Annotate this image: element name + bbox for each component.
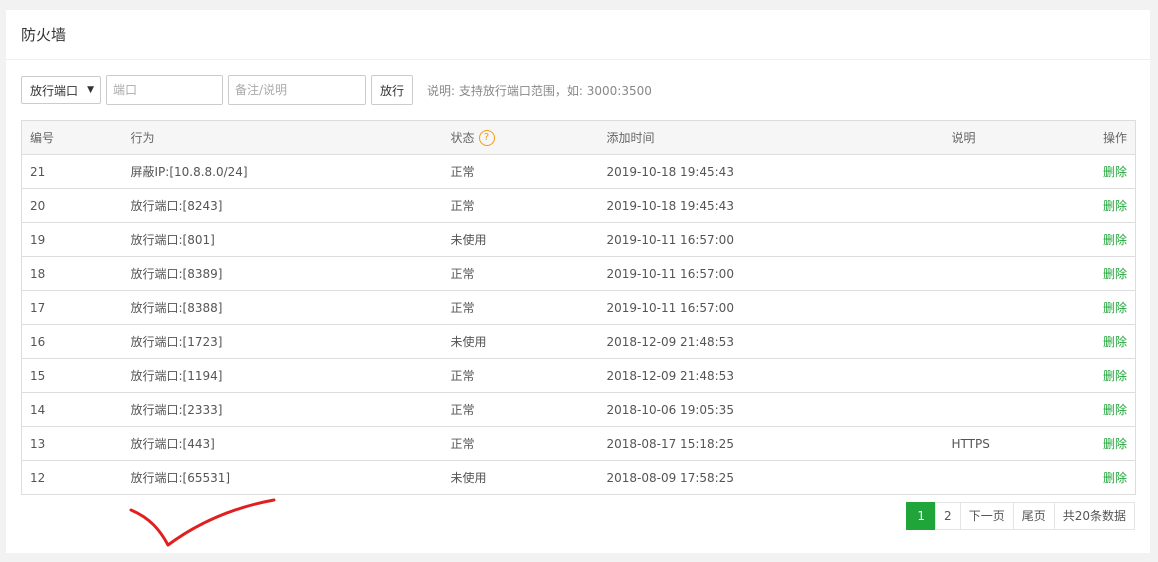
firewall-panel: 防火墙 放行端口 ▼ 放行 说明: 支持放行端口范围，如: 3000:3500 …: [6, 10, 1150, 553]
cell-status: 未使用: [442, 460, 599, 495]
cell-status: 正常: [442, 154, 599, 189]
page-2[interactable]: 2: [935, 502, 961, 530]
cell-action: 放行端口:[8389]: [122, 256, 443, 291]
page-title: 防火墙: [6, 10, 1150, 60]
table-row: 12 放行端口:[65531] 未使用 2018-08-09 17:58:25 删除: [21, 460, 1136, 495]
chevron-down-icon: ▼: [87, 85, 94, 95]
cell-note: [943, 222, 1064, 257]
cell-id: 18: [21, 256, 123, 291]
allow-button[interactable]: 放行: [371, 75, 414, 105]
pagination: 1 2 下一页 尾页 共20条数据: [906, 502, 1135, 530]
cell-note: [943, 256, 1064, 291]
cell-note: HTTPS: [943, 426, 1064, 461]
cell-time: 2019-10-11 16:57:00: [598, 290, 944, 325]
cell-action: 放行端口:[8388]: [122, 290, 443, 325]
note-input[interactable]: [228, 75, 366, 105]
table-row: 15 放行端口:[1194] 正常 2018-12-09 21:48:53 删除: [21, 358, 1136, 393]
cell-id: 14: [21, 392, 123, 427]
table-row: 18 放行端口:[8389] 正常 2019-10-11 16:57:00 删除: [21, 256, 1136, 291]
last-page-link[interactable]: 尾页: [1012, 502, 1055, 530]
page-1[interactable]: 1: [906, 502, 937, 530]
delete-link[interactable]: 删除: [1063, 392, 1136, 427]
cell-status: 正常: [442, 358, 599, 393]
col-header-time: 添加时间: [598, 120, 944, 155]
cell-status: 未使用: [442, 222, 599, 257]
cell-action: 屏蔽IP:[10.8.8.0/24]: [122, 154, 443, 189]
table-row: 14 放行端口:[2333] 正常 2018-10-06 19:05:35 删除: [21, 392, 1136, 427]
cell-status: 正常: [442, 392, 599, 427]
cell-id: 20: [21, 188, 123, 223]
cell-note: [943, 460, 1064, 495]
col-header-action: 行为: [122, 120, 443, 155]
cell-action: 放行端口:[1723]: [122, 324, 443, 359]
rule-type-value: 放行端口: [30, 83, 79, 98]
help-icon[interactable]: ?: [478, 130, 495, 147]
table-row: 16 放行端口:[1723] 未使用 2018-12-09 21:48:53 删除: [21, 324, 1136, 359]
cell-note: [943, 188, 1064, 223]
cell-time: 2018-08-17 15:18:25: [598, 426, 944, 461]
col-header-status-label: 状态: [450, 130, 475, 145]
delete-link[interactable]: 删除: [1063, 222, 1136, 257]
cell-time: 2019-10-11 16:57:00: [598, 256, 944, 291]
table-row: 17 放行端口:[8388] 正常 2019-10-11 16:57:00 删除: [21, 290, 1136, 325]
table-header-row: 编号 行为 状态? 添加时间 说明 操作: [21, 120, 1136, 155]
cell-time: 2018-12-09 21:48:53: [598, 358, 944, 393]
col-header-note: 说明: [943, 120, 1064, 155]
delete-link[interactable]: 删除: [1063, 290, 1136, 325]
cell-time: 2018-10-06 19:05:35: [598, 392, 944, 427]
cell-time: 2019-10-11 16:57:00: [598, 222, 944, 257]
cell-id: 12: [21, 460, 123, 495]
cell-id: 15: [21, 358, 123, 393]
cell-action: 放行端口:[65531]: [122, 460, 443, 495]
cell-action: 放行端口:[443]: [122, 426, 443, 461]
table-row: 13 放行端口:[443] 正常 2018-08-17 15:18:25 HTTPS 删除: [21, 426, 1136, 461]
table-row: 21 屏蔽IP:[10.8.8.0/24] 正常 2019-10-18 19:45:4…: [21, 154, 1136, 189]
cell-note: [943, 358, 1064, 393]
cell-action: 放行端口:[801]: [122, 222, 443, 257]
delete-link[interactable]: 删除: [1063, 188, 1136, 223]
cell-status: 未使用: [442, 324, 599, 359]
cell-id: 13: [21, 426, 123, 461]
cell-note: [943, 392, 1064, 427]
cell-time: 2018-08-09 17:58:25: [598, 460, 944, 495]
col-header-status: 状态?: [442, 120, 599, 155]
col-header-op: 操作: [1063, 120, 1136, 155]
table-row: 19 放行端口:[801] 未使用 2019-10-11 16:57:00 删除: [21, 222, 1136, 257]
delete-link[interactable]: 删除: [1063, 154, 1136, 189]
delete-link[interactable]: 删除: [1063, 256, 1136, 291]
delete-link[interactable]: 删除: [1063, 426, 1136, 461]
hint-text: 说明: 支持放行端口范围，如: 3000:3500: [427, 83, 652, 98]
total-count: 共20条数据: [1053, 502, 1135, 530]
rules-table: 编号 行为 状态? 添加时间 说明 操作 21 屏蔽IP:[10.8.8.0/24…: [21, 120, 1136, 495]
cell-note: [943, 290, 1064, 325]
cell-time: 2018-12-09 21:48:53: [598, 324, 944, 359]
rule-type-select[interactable]: 放行端口 ▼: [21, 76, 101, 104]
delete-link[interactable]: 删除: [1063, 358, 1136, 393]
cell-id: 21: [21, 154, 123, 189]
cell-status: 正常: [442, 426, 599, 461]
delete-link[interactable]: 删除: [1063, 324, 1136, 359]
cell-action: 放行端口:[8243]: [122, 188, 443, 223]
cell-id: 17: [21, 290, 123, 325]
table-row: 20 放行端口:[8243] 正常 2019-10-18 19:45:43 删除: [21, 188, 1136, 223]
col-header-id: 编号: [21, 120, 123, 155]
port-input[interactable]: [106, 75, 223, 105]
cell-status: 正常: [442, 188, 599, 223]
cell-time: 2019-10-18 19:45:43: [598, 154, 944, 189]
cell-id: 19: [21, 222, 123, 257]
cell-action: 放行端口:[1194]: [122, 358, 443, 393]
cell-action: 放行端口:[2333]: [122, 392, 443, 427]
cell-id: 16: [21, 324, 123, 359]
delete-link[interactable]: 删除: [1063, 460, 1136, 495]
cell-status: 正常: [442, 290, 599, 325]
cell-note: [943, 154, 1064, 189]
rule-toolbar: 放行端口 ▼ 放行 说明: 支持放行端口范围，如: 3000:3500: [21, 75, 652, 105]
next-page-link[interactable]: 下一页: [959, 502, 1014, 530]
cell-time: 2019-10-18 19:45:43: [598, 188, 944, 223]
cell-status: 正常: [442, 256, 599, 291]
cell-note: [943, 324, 1064, 359]
